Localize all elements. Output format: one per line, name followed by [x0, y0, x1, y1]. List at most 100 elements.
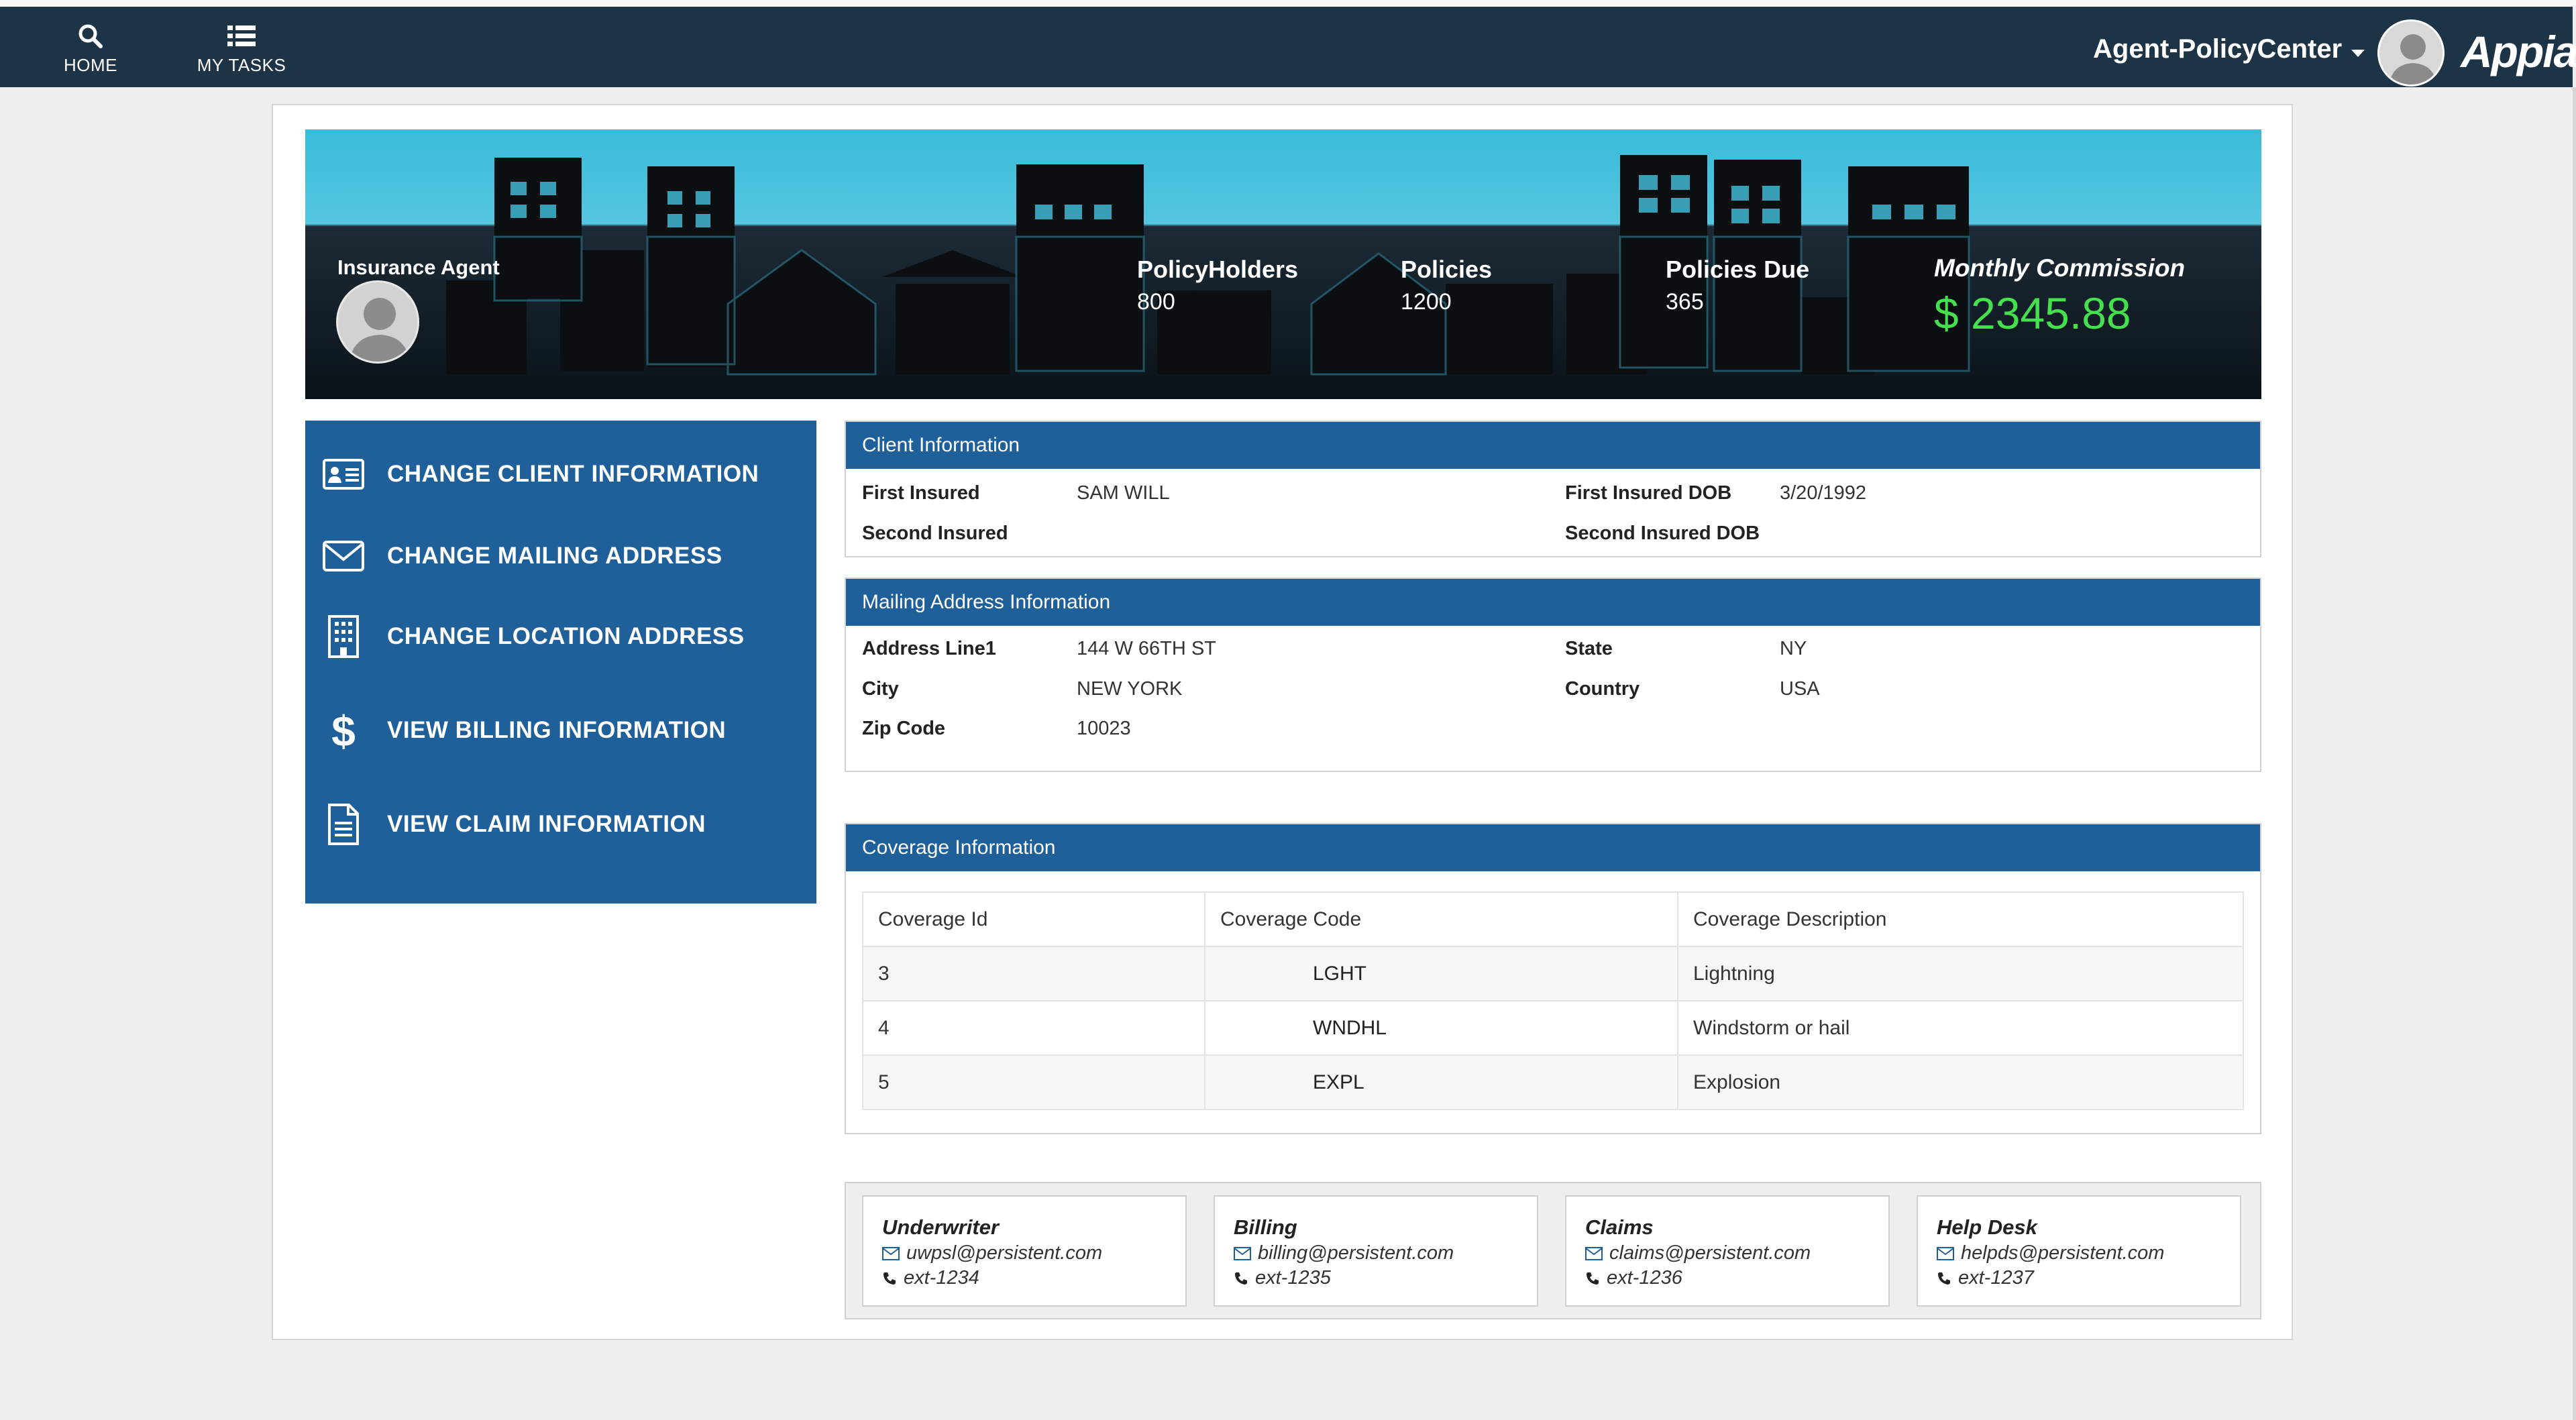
address-line1-label: Address Line1 [862, 638, 996, 659]
view-claim-information-button[interactable]: VIEW CLAIM INFORMATION [305, 791, 816, 858]
table-row: 4 WNDHL Windstorm or hail [862, 1000, 2244, 1056]
change-mailing-address-label: CHANGE MAILING ADDRESS [387, 543, 722, 569]
phone-icon [1587, 1272, 1599, 1285]
coverage-description-cell: Lightning [1677, 946, 2244, 1001]
change-client-information-label: CHANGE CLIENT INFORMATION [387, 461, 759, 487]
coverage-description-cell: Windstorm or hail [1677, 1000, 2244, 1056]
my-tasks-nav-label: MY TASKS [197, 54, 286, 75]
coverage-id-cell: 3 [862, 946, 1205, 1001]
coverage-code-cell: EXPL [1204, 1054, 1678, 1110]
coverage-id-cell: 5 [862, 1054, 1205, 1110]
policies-due-stat: Policies Due 365 [1666, 256, 1809, 315]
contact-phone: ext-1235 [1255, 1267, 1331, 1289]
underwriter-contact-card: Underwriter uwpsl@persistent.com ext-123… [862, 1195, 1187, 1307]
view-billing-information-label: VIEW BILLING INFORMATION [387, 717, 727, 743]
claims-contact-card: Claims claims@persistent.com ext-1236 [1565, 1195, 1890, 1307]
phone-icon [1938, 1272, 1950, 1285]
policies-label: Policies [1401, 256, 1493, 283]
first-insured-value: SAM WILL [1077, 482, 1170, 504]
coverage-description-column-header[interactable]: Coverage Description [1677, 891, 2244, 947]
coverage-code-column-header[interactable]: Coverage Code [1204, 891, 1678, 947]
envelope-icon [882, 1246, 900, 1260]
svg-text:$: $ [331, 708, 356, 753]
view-claim-information-label: VIEW CLAIM INFORMATION [387, 811, 706, 837]
change-client-information-button[interactable]: CHANGE CLIENT INFORMATION [305, 441, 816, 508]
country-label: Country [1565, 678, 1640, 700]
view-billing-information-button[interactable]: $ VIEW BILLING INFORMATION [305, 697, 816, 764]
caret-down-icon [2351, 34, 2365, 64]
dashboard-card: Insurance Agent PolicyHolders 800 Polici… [272, 104, 2293, 1340]
document-icon [320, 803, 367, 846]
state-label: State [1565, 638, 1613, 659]
contact-title: Help Desk [1937, 1215, 2037, 1239]
dollar-icon: $ [320, 708, 367, 753]
coverage-code-cell: WNDHL [1204, 1000, 1678, 1056]
phone-icon [1235, 1272, 1247, 1285]
home-nav-button[interactable]: HOME [54, 16, 127, 80]
coverage-description-cell: Explosion [1677, 1054, 2244, 1110]
contact-email-link[interactable]: helpds@persistent.com [1961, 1242, 2164, 1264]
first-insured-dob-label: First Insured DOB [1565, 482, 1732, 504]
zip-code-value: 10023 [1077, 718, 1131, 739]
contact-email-link[interactable]: uwpsl@persistent.com [906, 1242, 1102, 1264]
first-insured-label: First Insured [862, 482, 980, 504]
contact-phone: ext-1237 [1958, 1267, 2034, 1289]
change-location-address-button[interactable]: CHANGE LOCATION ADDRESS [305, 603, 816, 670]
table-row: 5 EXPL Explosion [862, 1054, 2244, 1110]
coverage-information-panel: Coverage Information Coverage Id Coverag… [845, 823, 2261, 1134]
id-card-icon [320, 459, 367, 490]
agent-banner: Insurance Agent PolicyHolders 800 Polici… [305, 129, 2261, 399]
coverage-id-column-header[interactable]: Coverage Id [862, 891, 1205, 947]
top-nav-bar: HOME MY TASKS Agent-PolicyCenter Appian [0, 7, 2576, 87]
coverage-table: Coverage Id Coverage Code Coverage Descr… [862, 891, 2244, 1110]
appian-logo: Appian [2461, 27, 2576, 76]
change-location-address-label: CHANGE LOCATION ADDRESS [387, 623, 745, 649]
client-information-title: Client Information [846, 422, 2260, 469]
policies-value: 1200 [1401, 289, 1452, 315]
help-desk-contact-card: Help Desk helpds@persistent.com ext-1237 [1917, 1195, 2241, 1307]
table-row: 3 LGHT Lightning [862, 946, 2244, 1001]
policies-due-value: 365 [1666, 289, 1704, 315]
second-insured-label: Second Insured [862, 523, 1008, 544]
agent-avatar [336, 280, 419, 364]
contact-phone: ext-1236 [1607, 1267, 1682, 1289]
contacts-strip: Underwriter uwpsl@persistent.com ext-123… [845, 1182, 2261, 1319]
site-name: Agent-PolicyCenter [2093, 34, 2343, 64]
change-mailing-address-button[interactable]: CHANGE MAILING ADDRESS [305, 523, 816, 590]
building-icon [320, 615, 367, 658]
contact-email-link[interactable]: billing@persistent.com [1258, 1242, 1454, 1264]
coverage-information-title: Coverage Information [846, 824, 2260, 871]
home-nav-label: HOME [64, 54, 117, 75]
envelope-icon [1585, 1246, 1603, 1260]
country-value: USA [1780, 678, 1820, 700]
client-information-panel: Client Information First Insured SAM WIL… [845, 421, 2261, 557]
city-label: City [862, 678, 899, 700]
contact-title: Underwriter [882, 1215, 999, 1239]
state-value: NY [1780, 638, 1807, 659]
coverage-table-header-row: Coverage Id Coverage Code Coverage Descr… [862, 891, 2244, 947]
mailing-address-panel: Mailing Address Information Address Line… [845, 578, 2261, 772]
billing-contact-card: Billing billing@persistent.com ext-1235 [1214, 1195, 1538, 1307]
my-tasks-nav-button[interactable]: MY TASKS [195, 16, 288, 80]
address-line1-value: 144 W 66TH ST [1077, 638, 1216, 659]
phone-icon [883, 1272, 896, 1285]
contact-email-link[interactable]: claims@persistent.com [1609, 1242, 1811, 1264]
second-insured-dob-label: Second Insured DOB [1565, 523, 1760, 544]
policyholders-value: 800 [1137, 289, 1175, 315]
policies-due-label: Policies Due [1666, 256, 1810, 283]
search-icon [77, 21, 104, 51]
policies-stat: Policies 1200 [1401, 256, 1492, 315]
action-menu: CHANGE CLIENT INFORMATION CHANGE MAILING… [305, 421, 816, 904]
commission-label: Monthly Commission [1934, 254, 2186, 282]
user-avatar[interactable] [2377, 19, 2445, 87]
contact-title: Billing [1234, 1215, 1297, 1239]
coverage-id-cell: 4 [862, 1000, 1205, 1056]
envelope-icon [320, 541, 367, 571]
first-insured-dob-value: 3/20/1992 [1780, 482, 1867, 504]
envelope-icon [1937, 1246, 1954, 1260]
contact-title: Claims [1585, 1215, 1654, 1239]
agent-role-label: Insurance Agent [337, 256, 500, 279]
vertical-scrollbar[interactable] [2573, 87, 2576, 1420]
zip-code-label: Zip Code [862, 718, 946, 739]
site-switcher-dropdown[interactable]: Agent-PolicyCenter [2093, 32, 2365, 66]
